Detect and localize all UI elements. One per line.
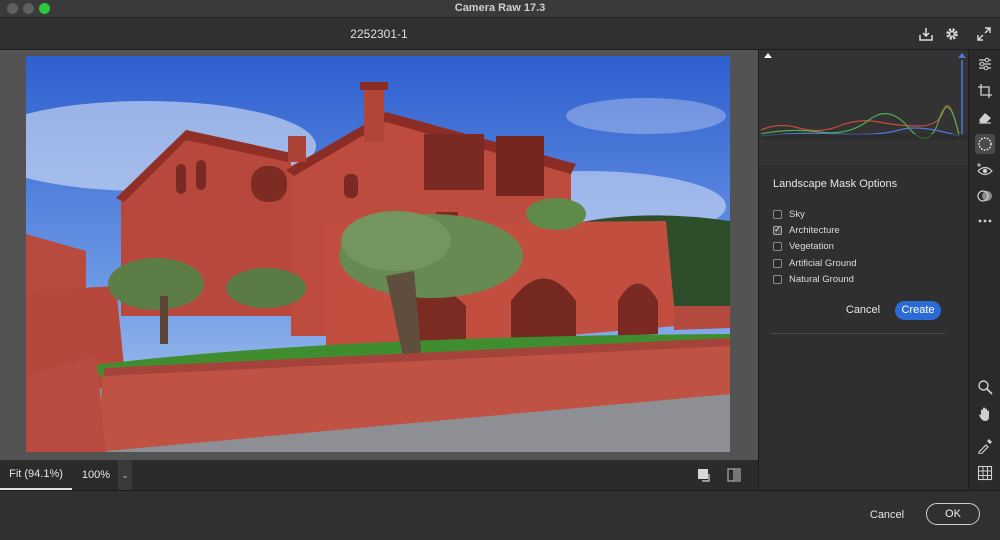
artificial-ground-checkbox[interactable]: [773, 258, 782, 268]
window-title: Camera Raw 17.3: [454, 2, 546, 14]
zoom-100-button[interactable]: 100%: [72, 460, 120, 490]
option-architecture[interactable]: ✓ Architecture: [773, 223, 840, 237]
fullscreen-icon[interactable]: [974, 24, 994, 44]
redeye-icon[interactable]: [975, 160, 995, 180]
edit-panel: Landscape Mask Options Sky ✓ Architectur…: [758, 50, 969, 490]
vegetation-checkbox[interactable]: [773, 241, 782, 251]
ok-button[interactable]: OK: [926, 503, 980, 525]
color-sampler-icon[interactable]: [975, 436, 995, 456]
single-view-icon[interactable]: [697, 468, 711, 485]
option-architecture-label: Architecture: [789, 224, 840, 236]
panel-divider: [771, 333, 945, 334]
hand-icon[interactable]: [975, 404, 995, 424]
mask-cancel-button[interactable]: Cancel: [843, 302, 883, 318]
sky-checkbox[interactable]: [773, 209, 782, 219]
file-name: 2252301-1: [350, 27, 408, 41]
option-sky[interactable]: Sky: [773, 207, 805, 221]
grid-icon[interactable]: [975, 463, 995, 483]
presets-icon[interactable]: [975, 186, 995, 206]
mask-create-button[interactable]: Create: [895, 301, 941, 320]
zoom-icon[interactable]: [975, 377, 995, 397]
mask-options-title: Landscape Mask Options: [773, 178, 898, 190]
option-sky-label: Sky: [789, 208, 805, 220]
photo-preview[interactable]: [26, 56, 730, 452]
zoom-dropdown-caret[interactable]: ⌄: [118, 460, 132, 490]
eraser-icon[interactable]: [975, 107, 995, 127]
natural-ground-checkbox[interactable]: [773, 274, 782, 284]
histogram: [759, 50, 969, 165]
option-artificial-ground-label: Artificial Ground: [789, 257, 857, 269]
zoom-bar: Fit (94.1%) 100% ⌄: [0, 460, 758, 490]
title-bar: Camera Raw 17.3: [0, 0, 1000, 18]
option-natural-ground[interactable]: Natural Ground: [773, 272, 854, 286]
compare-view-icon[interactable]: [727, 468, 741, 485]
option-vegetation-label: Vegetation: [789, 240, 834, 252]
image-canvas[interactable]: [0, 50, 758, 460]
save-icon[interactable]: [916, 24, 936, 44]
option-artificial-ground[interactable]: Artificial Ground: [773, 256, 857, 270]
more-icon[interactable]: [975, 211, 995, 231]
file-header: 2252301-1: [0, 18, 1000, 50]
zoom-fit-button[interactable]: Fit (94.1%): [0, 460, 72, 490]
tool-strip: [968, 50, 1000, 490]
cancel-button[interactable]: Cancel: [864, 505, 910, 525]
option-natural-ground-label: Natural Ground: [789, 273, 854, 285]
crop-icon[interactable]: [975, 81, 995, 101]
masking-icon[interactable]: [975, 134, 995, 154]
dialog-footer: Cancel OK: [0, 490, 1000, 540]
architecture-checkbox[interactable]: ✓: [773, 225, 782, 235]
gear-icon[interactable]: [942, 24, 962, 44]
edit-sliders-icon[interactable]: [975, 54, 995, 74]
option-vegetation[interactable]: Vegetation: [773, 239, 834, 253]
